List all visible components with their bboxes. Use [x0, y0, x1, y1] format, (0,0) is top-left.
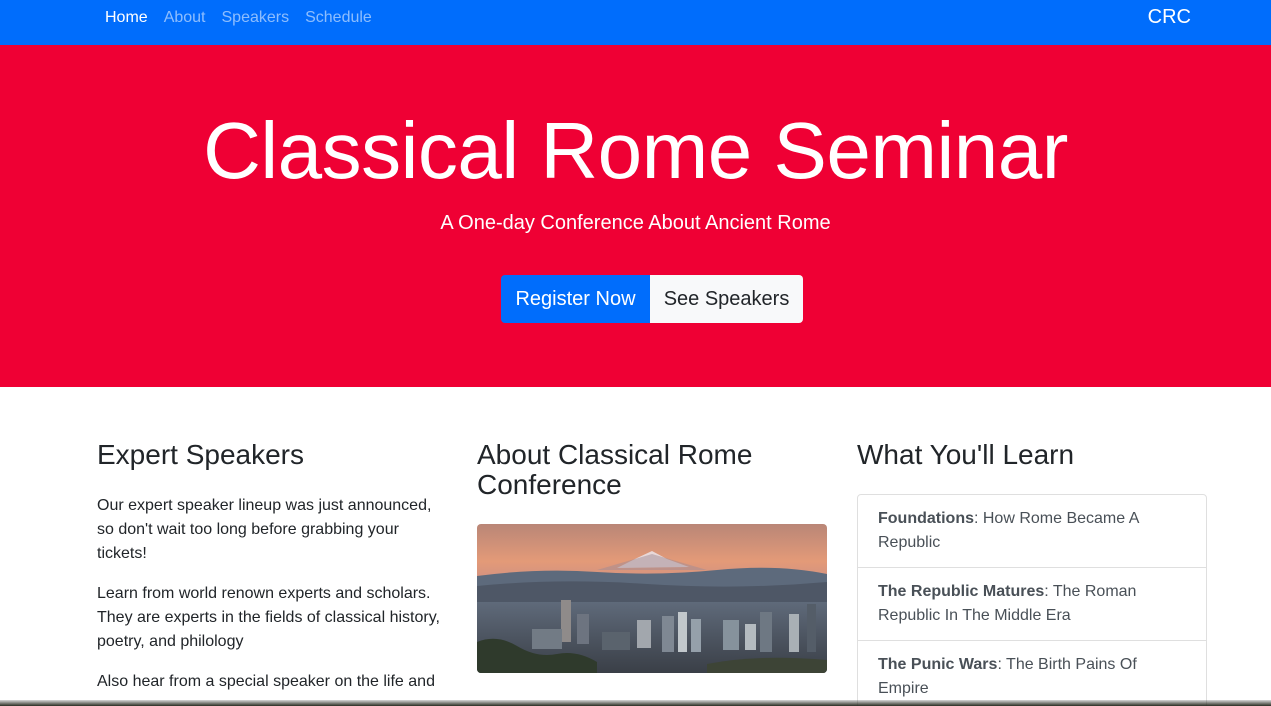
- about-heading: About Classical Rome Conference: [477, 439, 753, 500]
- speakers-heading: Expert Speakers: [97, 439, 304, 470]
- hero-button-group: Register Now See Speakers: [501, 275, 803, 323]
- nav-link-about[interactable]: About: [156, 9, 214, 27]
- nav-link-speakers[interactable]: Speakers: [214, 9, 298, 27]
- see-speakers-button[interactable]: See Speakers: [650, 275, 803, 323]
- speakers-paragraph: Also hear from a special speaker on the …: [97, 672, 435, 690]
- navbar: Home About Speakers Schedule CRC: [0, 0, 1271, 45]
- speakers-paragraph: Learn from world renown experts and scho…: [97, 584, 440, 650]
- list-item-title: Foundations: [878, 509, 974, 527]
- list-item-title: The Punic Wars: [878, 655, 998, 673]
- list-item: Foundations: How Rome Became A Republic: [858, 495, 1206, 568]
- speakers-paragraph: Our expert speaker lineup was just annou…: [97, 496, 432, 562]
- learn-column: What You'll Learn Foundations: How Rome …: [857, 440, 1207, 706]
- bottom-edge: [0, 700, 1271, 706]
- list-item: The Republic Matures: The Roman Republic…: [858, 568, 1206, 641]
- brand-logo[interactable]: CRC: [1148, 0, 1191, 35]
- hero-section: Classical Rome Seminar A One-day Confere…: [0, 45, 1271, 387]
- list-item: The Punic Wars: The Birth Pains Of Empir…: [858, 641, 1206, 706]
- speakers-column: Expert Speakers Our expert speaker lineu…: [97, 440, 447, 706]
- learn-list: Foundations: How Rome Became A Republic …: [857, 493, 1207, 706]
- city-mountain-photo: [477, 523, 827, 673]
- nav-link-schedule[interactable]: Schedule: [297, 9, 380, 27]
- about-column: About Classical Rome Conference: [477, 440, 827, 673]
- learn-heading: What You'll Learn: [857, 439, 1075, 470]
- nav-link-home[interactable]: Home: [97, 9, 156, 27]
- list-item-title: The Republic Matures: [878, 582, 1045, 600]
- register-now-button[interactable]: Register Now: [501, 275, 650, 323]
- hero-title: Classical Rome Seminar: [203, 106, 1068, 195]
- hero-subtitle: A One-day Conference About Ancient Rome: [440, 212, 831, 234]
- nav-links: Home About Speakers Schedule: [97, 0, 380, 35]
